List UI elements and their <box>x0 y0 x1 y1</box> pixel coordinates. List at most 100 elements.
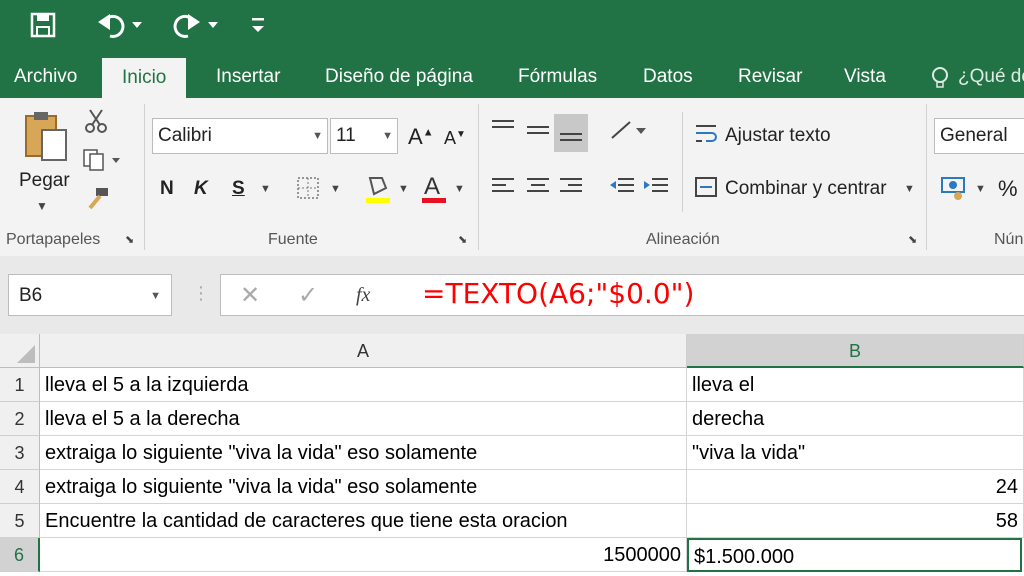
cell-a1[interactable]: lleva el 5 a la izquierda <box>40 368 687 402</box>
lightbulb-icon <box>930 66 950 96</box>
save-icon[interactable] <box>30 12 56 44</box>
grow-font-icon[interactable]: A▲ <box>408 124 434 150</box>
font-color-icon[interactable]: A <box>420 172 448 208</box>
cell-a6[interactable]: 1500000 <box>40 538 687 572</box>
accounting-format-icon[interactable] <box>940 174 970 206</box>
ribbon: Pegar ▼ Portapapeles ⬊ Calibri ▼ 11 ▼ A▲… <box>0 98 1024 257</box>
decrease-indent-icon[interactable] <box>608 176 636 200</box>
group-label-clipboard: Portapapeles <box>6 231 101 248</box>
cell-b3[interactable]: "viva la vida" <box>687 436 1024 470</box>
tab-formulas[interactable]: Fórmulas <box>518 66 597 88</box>
grip-icon: ⋮ <box>192 283 210 303</box>
cut-icon[interactable] <box>84 108 108 138</box>
font-color-dropdown-icon[interactable]: ▼ <box>454 184 465 195</box>
italic-button[interactable]: K <box>194 178 208 200</box>
bold-button[interactable]: N <box>160 178 174 200</box>
cell-a3[interactable]: extraiga lo siguiente "viva la vida" eso… <box>40 436 687 470</box>
svg-text:A: A <box>424 173 440 200</box>
align-center-icon[interactable] <box>525 176 551 200</box>
alignment-launcher-icon[interactable]: ⬊ <box>908 235 917 246</box>
cell-b5[interactable]: 58 <box>687 504 1024 538</box>
worksheet-grid[interactable]: A B 1 lleva el 5 a la izquierda lleva el… <box>0 334 1024 576</box>
percent-button[interactable]: % <box>998 176 1018 202</box>
align-bottom-icon[interactable] <box>554 114 588 152</box>
font-size-value: 11 <box>336 125 356 146</box>
row-header[interactable]: 5 <box>0 504 40 538</box>
borders-dropdown-icon[interactable]: ▼ <box>330 184 341 195</box>
chevron-down-icon: ▼ <box>382 130 393 142</box>
column-header-b[interactable]: B <box>687 334 1024 368</box>
enter-icon[interactable]: ✓ <box>298 284 318 308</box>
row-header[interactable]: 3 <box>0 436 40 470</box>
cancel-icon[interactable]: ✕ <box>240 284 260 308</box>
orientation-icon[interactable] <box>608 118 648 146</box>
formula-text: =TEXTO(A6;"$0.0") <box>422 277 695 310</box>
merge-center-icon[interactable] <box>694 176 718 202</box>
formula-bar: B6 ▼ ⋮ ✕ ✓ fx =TEXTO(A6;"$0.0") <box>0 256 1024 334</box>
tab-diseno-pagina[interactable]: Diseño de página <box>325 66 473 88</box>
number-format-value: General <box>940 125 1008 146</box>
cell-b4[interactable]: 24 <box>687 470 1024 504</box>
group-label-font: Fuente <box>268 231 318 248</box>
tab-insertar[interactable]: Insertar <box>216 66 280 88</box>
tab-vista[interactable]: Vista <box>844 66 886 88</box>
font-name-box[interactable]: Calibri ▼ <box>152 118 328 154</box>
paste-dropdown-icon[interactable]: ▼ <box>36 200 48 212</box>
align-middle-icon[interactable] <box>525 118 551 146</box>
tab-inicio[interactable]: Inicio <box>102 58 187 98</box>
chevron-down-icon: ▼ <box>312 130 323 142</box>
font-size-box[interactable]: 11 ▼ <box>330 118 398 154</box>
tab-revisar[interactable]: Revisar <box>738 66 802 88</box>
tab-archivo[interactable]: Archivo <box>14 66 77 88</box>
borders-icon[interactable] <box>296 176 320 204</box>
group-label-number: Nún <box>994 231 1024 248</box>
name-box-value: B6 <box>19 285 43 306</box>
select-all-button[interactable] <box>0 334 40 368</box>
chevron-down-icon: ▼ <box>150 290 161 302</box>
name-box[interactable]: B6 ▼ <box>8 274 172 316</box>
redo-icon[interactable] <box>168 10 220 46</box>
row-header[interactable]: 6 <box>0 538 40 572</box>
fill-dropdown-icon[interactable]: ▼ <box>398 184 409 195</box>
column-header-a[interactable]: A <box>40 334 687 368</box>
cell-a4[interactable]: extraiga lo siguiente "viva la vida" eso… <box>40 470 687 504</box>
row-header[interactable]: 1 <box>0 368 40 402</box>
row-header[interactable]: 4 <box>0 470 40 504</box>
paste-label[interactable]: Pegar <box>19 170 70 192</box>
align-left-icon[interactable] <box>490 176 516 200</box>
cell-a5[interactable]: Encuentre la cantidad de caracteres que … <box>40 504 687 538</box>
wrap-text-button[interactable]: Ajustar texto <box>725 125 831 147</box>
merge-dropdown-icon[interactable]: ▼ <box>904 184 915 195</box>
shrink-font-icon[interactable]: A▼ <box>444 128 466 149</box>
underline-button[interactable]: S <box>232 178 245 200</box>
cell-b2[interactable]: derecha <box>687 402 1024 436</box>
group-label-alignment: Alineación <box>646 231 720 248</box>
customize-icon[interactable] <box>250 14 266 42</box>
copy-icon[interactable] <box>82 148 122 176</box>
cell-a2[interactable]: lleva el 5 a la derecha <box>40 402 687 436</box>
format-painter-icon[interactable] <box>84 186 110 216</box>
merge-center-button[interactable]: Combinar y centrar <box>725 178 887 200</box>
formula-input[interactable]: =TEXTO(A6;"$0.0") <box>400 274 1024 316</box>
row-header[interactable]: 2 <box>0 402 40 436</box>
tab-datos[interactable]: Datos <box>643 66 693 88</box>
wrap-text-icon[interactable] <box>694 122 718 150</box>
insert-function-button[interactable]: fx <box>356 284 370 307</box>
clipboard-launcher-icon[interactable]: ⬊ <box>125 235 134 246</box>
font-launcher-icon[interactable]: ⬊ <box>458 235 467 246</box>
paste-icon[interactable] <box>22 110 70 166</box>
ribbon-tabs: Archivo Inicio Insertar Diseño de página… <box>0 58 1024 98</box>
cell-b1[interactable]: lleva el <box>687 368 1024 402</box>
number-format-box[interactable]: General <box>934 118 1024 154</box>
font-name-value: Calibri <box>158 125 212 146</box>
increase-indent-icon[interactable] <box>642 176 670 200</box>
underline-dropdown-icon[interactable]: ▼ <box>260 184 271 195</box>
accounting-dropdown-icon[interactable]: ▼ <box>975 184 986 195</box>
fill-color-icon[interactable] <box>364 174 392 208</box>
title-bar <box>0 0 1024 58</box>
undo-icon[interactable] <box>98 10 142 46</box>
tell-me-box[interactable]: ¿Qué de <box>958 66 1024 88</box>
align-right-icon[interactable] <box>558 176 584 200</box>
align-top-icon[interactable] <box>490 118 516 142</box>
cell-b6[interactable]: $1.500.000 <box>687 538 1022 572</box>
